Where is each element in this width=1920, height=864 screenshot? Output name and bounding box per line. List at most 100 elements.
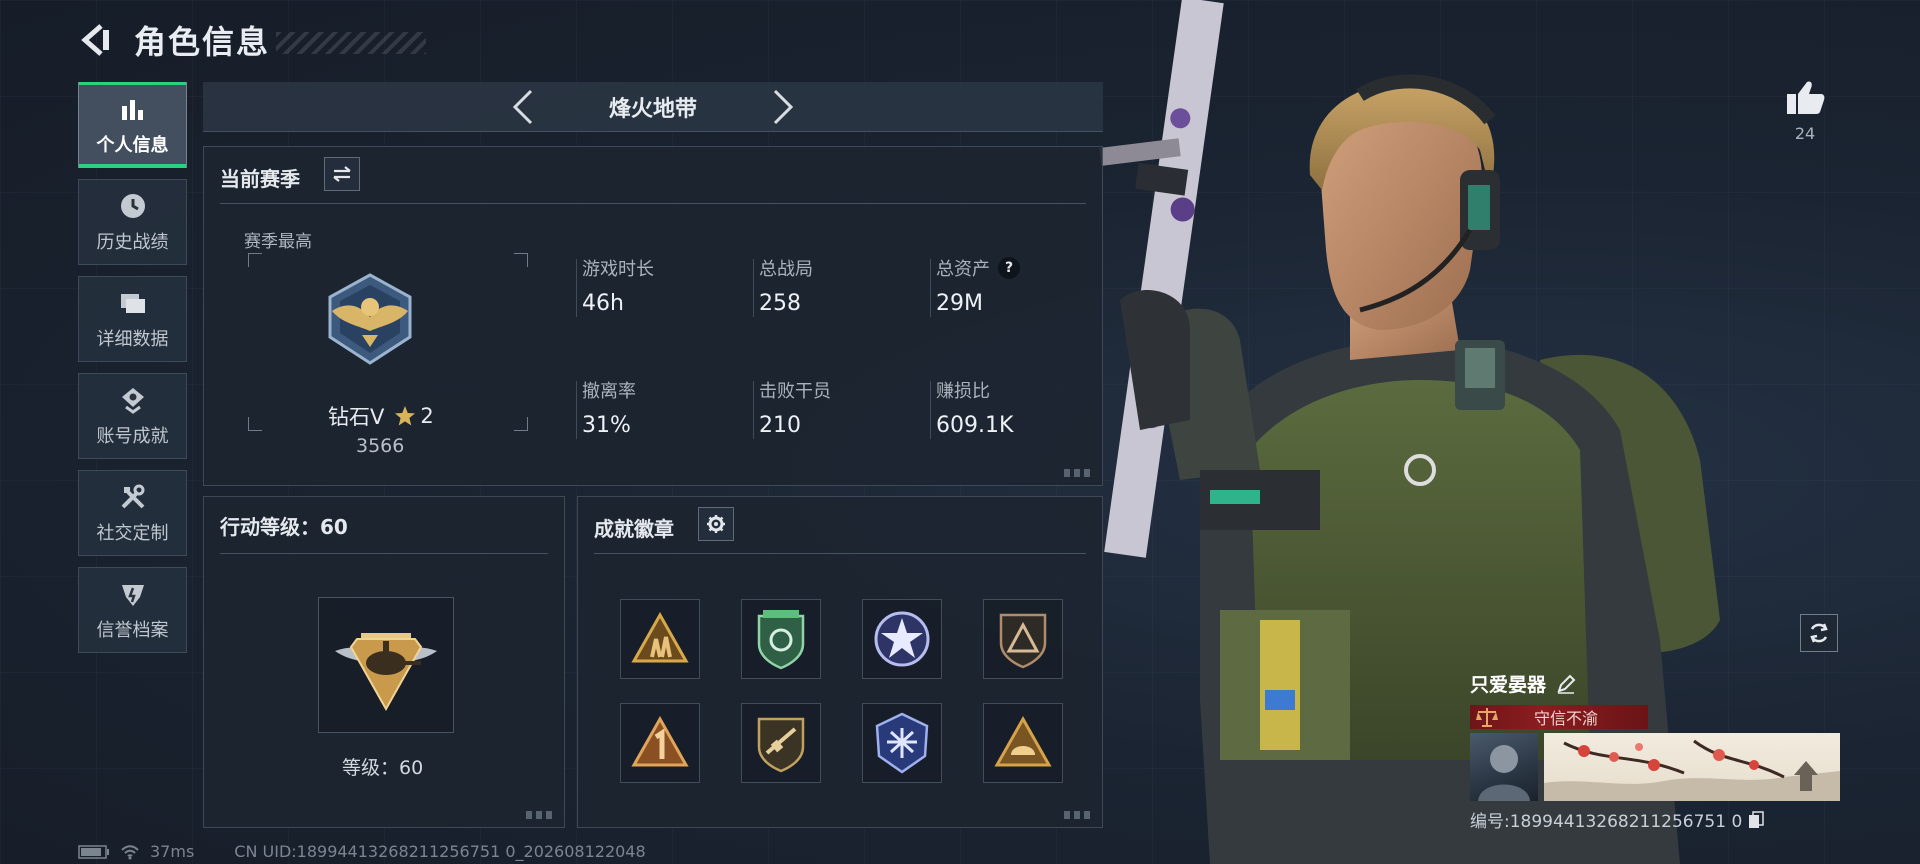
sidebar-item-personal-info[interactable]: 个人信息 — [78, 82, 187, 168]
badge-7[interactable] — [862, 703, 942, 783]
card-id: 编号:18994413268211256751 0 — [1470, 812, 1743, 832]
sidebar-item-label: 信誉档案 — [96, 620, 169, 641]
sidebar-item-detailed-data[interactable]: 详细数据 — [78, 276, 187, 362]
divider — [594, 553, 1086, 554]
stat-play-time: 游戏时长 46h — [576, 255, 732, 317]
bar-chart-icon — [117, 93, 149, 125]
sidebar-item-label: 社交定制 — [96, 523, 169, 544]
badges-title: 成就徽章 — [594, 517, 674, 541]
rank-score: 3566 — [356, 435, 405, 457]
corner-decoration — [526, 811, 556, 819]
season-panel: 当前赛季 赛季最高 钻石V 2 3566 游戏时长 46h 总战局 258 总资… — [203, 146, 1103, 486]
stat-operators-defeated: 击败干员 210 — [753, 377, 909, 439]
badge-5[interactable] — [620, 703, 700, 783]
rank-emblem-icon — [328, 273, 412, 365]
stat-value: 31% — [582, 413, 631, 438]
refresh-button[interactable] — [1800, 614, 1838, 652]
divider — [220, 203, 1086, 204]
badge-1[interactable] — [620, 599, 700, 679]
copy-icon[interactable] — [1748, 810, 1765, 829]
name-card-banner[interactable] — [1544, 733, 1840, 801]
season-title: 当前赛季 — [220, 167, 300, 191]
chevron-right-icon — [773, 89, 794, 124]
rank-name-row: 钻石V 2 — [328, 401, 434, 431]
mode-switcher: 烽火地带 — [203, 82, 1103, 132]
divider — [220, 553, 548, 554]
sidebar-item-history[interactable]: 历史战绩 — [78, 179, 187, 265]
scale-icon — [1476, 708, 1498, 727]
help-icon[interactable]: ? — [998, 257, 1020, 279]
season-best-label: 赛季最高 — [244, 232, 312, 252]
uid-text: CN UID:18994413268211256751 0_2026081220… — [234, 842, 646, 861]
soldiers-triangle-badge-icon — [631, 611, 689, 663]
like-count: 24 — [1794, 124, 1816, 143]
badge-3[interactable] — [862, 599, 942, 679]
stat-value: 46h — [582, 291, 624, 316]
sidebar-item-social[interactable]: 社交定制 — [78, 470, 187, 556]
stat-label: 总资产 — [936, 259, 990, 280]
level-title: 行动等级：60 — [220, 515, 348, 539]
stat-label: 总战局 — [759, 259, 813, 280]
achievement-badges-panel: 成就徽章 — [577, 496, 1103, 828]
stat-label-row: 总资产 ? — [936, 255, 1086, 281]
next-mode-button[interactable] — [763, 87, 803, 127]
star-circle-badge-icon — [874, 611, 930, 667]
sidebar-item-achievements[interactable]: 账号成就 — [78, 373, 187, 459]
back-button[interactable] — [78, 20, 114, 60]
badge-6[interactable] — [741, 703, 821, 783]
stat-total-matches: 总战局 258 — [753, 255, 909, 317]
shield-icon — [117, 578, 149, 610]
mode-name: 烽火地带 — [608, 96, 697, 122]
wifi-icon — [121, 844, 139, 859]
player-name-row: 只爱晏器 — [1470, 670, 1840, 697]
star-icon — [395, 406, 416, 426]
stat-profit-loss: 赚损比 609.1K — [930, 377, 1086, 439]
badge-settings-button[interactable] — [698, 507, 734, 541]
level-badge[interactable] — [318, 597, 454, 733]
thumbs-up-icon — [1787, 81, 1825, 114]
clock-icon — [117, 190, 149, 222]
edit-icon[interactable] — [1556, 674, 1576, 694]
folder-icon — [117, 287, 149, 319]
rifle-shield-badge-icon — [757, 717, 805, 773]
wrench-icon — [117, 481, 149, 513]
gear-icon — [707, 515, 725, 533]
prev-mode-button[interactable] — [503, 87, 543, 127]
swap-icon — [333, 166, 351, 182]
stat-label: 游戏时长 — [582, 259, 654, 280]
avatar[interactable] — [1470, 733, 1538, 801]
number-one-triangle-badge-icon — [631, 715, 689, 767]
badge-4[interactable] — [983, 599, 1063, 679]
stat-value: 609.1K — [936, 413, 1014, 438]
stat-value: 29M — [936, 291, 983, 316]
green-shield-badge-icon — [757, 610, 805, 670]
sidebar-item-label: 详细数据 — [96, 329, 169, 350]
stat-label: 撤离率 — [582, 381, 636, 402]
reputation-text: 守信不渝 — [1534, 709, 1599, 728]
battery-icon — [78, 844, 109, 859]
player-name-card: 只爱晏器 守信不渝 编号:18994413268211256751 0 — [1470, 670, 1840, 832]
corner-decoration — [1064, 469, 1094, 477]
sidebar-item-reputation[interactable]: 信誉档案 — [78, 567, 187, 653]
level-panel: 行动等级：60 等级：60 — [203, 496, 565, 828]
chevron-left-icon — [512, 89, 533, 124]
switch-season-button[interactable] — [324, 157, 360, 191]
stat-total-assets: 总资产 ? 29M — [930, 255, 1086, 317]
blue-emblem-badge-icon — [875, 712, 929, 774]
stat-extraction-rate: 撤离率 31% — [576, 377, 732, 439]
badge-8[interactable] — [983, 703, 1063, 783]
reputation-bar: 守信不渝 — [1470, 705, 1648, 729]
sidebar-item-label: 历史战绩 — [96, 232, 169, 253]
achievement-icon — [117, 384, 149, 416]
sidebar-item-label: 个人信息 — [96, 135, 169, 156]
sidebar-item-label: 账号成就 — [96, 426, 169, 447]
badge-2[interactable] — [741, 599, 821, 679]
like-button[interactable]: 24 — [1780, 78, 1830, 143]
back-arrow-icon — [81, 24, 109, 56]
level-text: 等级：60 — [342, 757, 424, 779]
stat-label: 赚损比 — [936, 381, 990, 402]
card-visuals — [1470, 733, 1840, 801]
status-bar: 37ms CN UID:18994413268211256751 0_20260… — [78, 842, 646, 861]
helicopter-emblem-icon — [335, 633, 437, 712]
dark-triangle-shield-badge-icon — [999, 613, 1047, 669]
